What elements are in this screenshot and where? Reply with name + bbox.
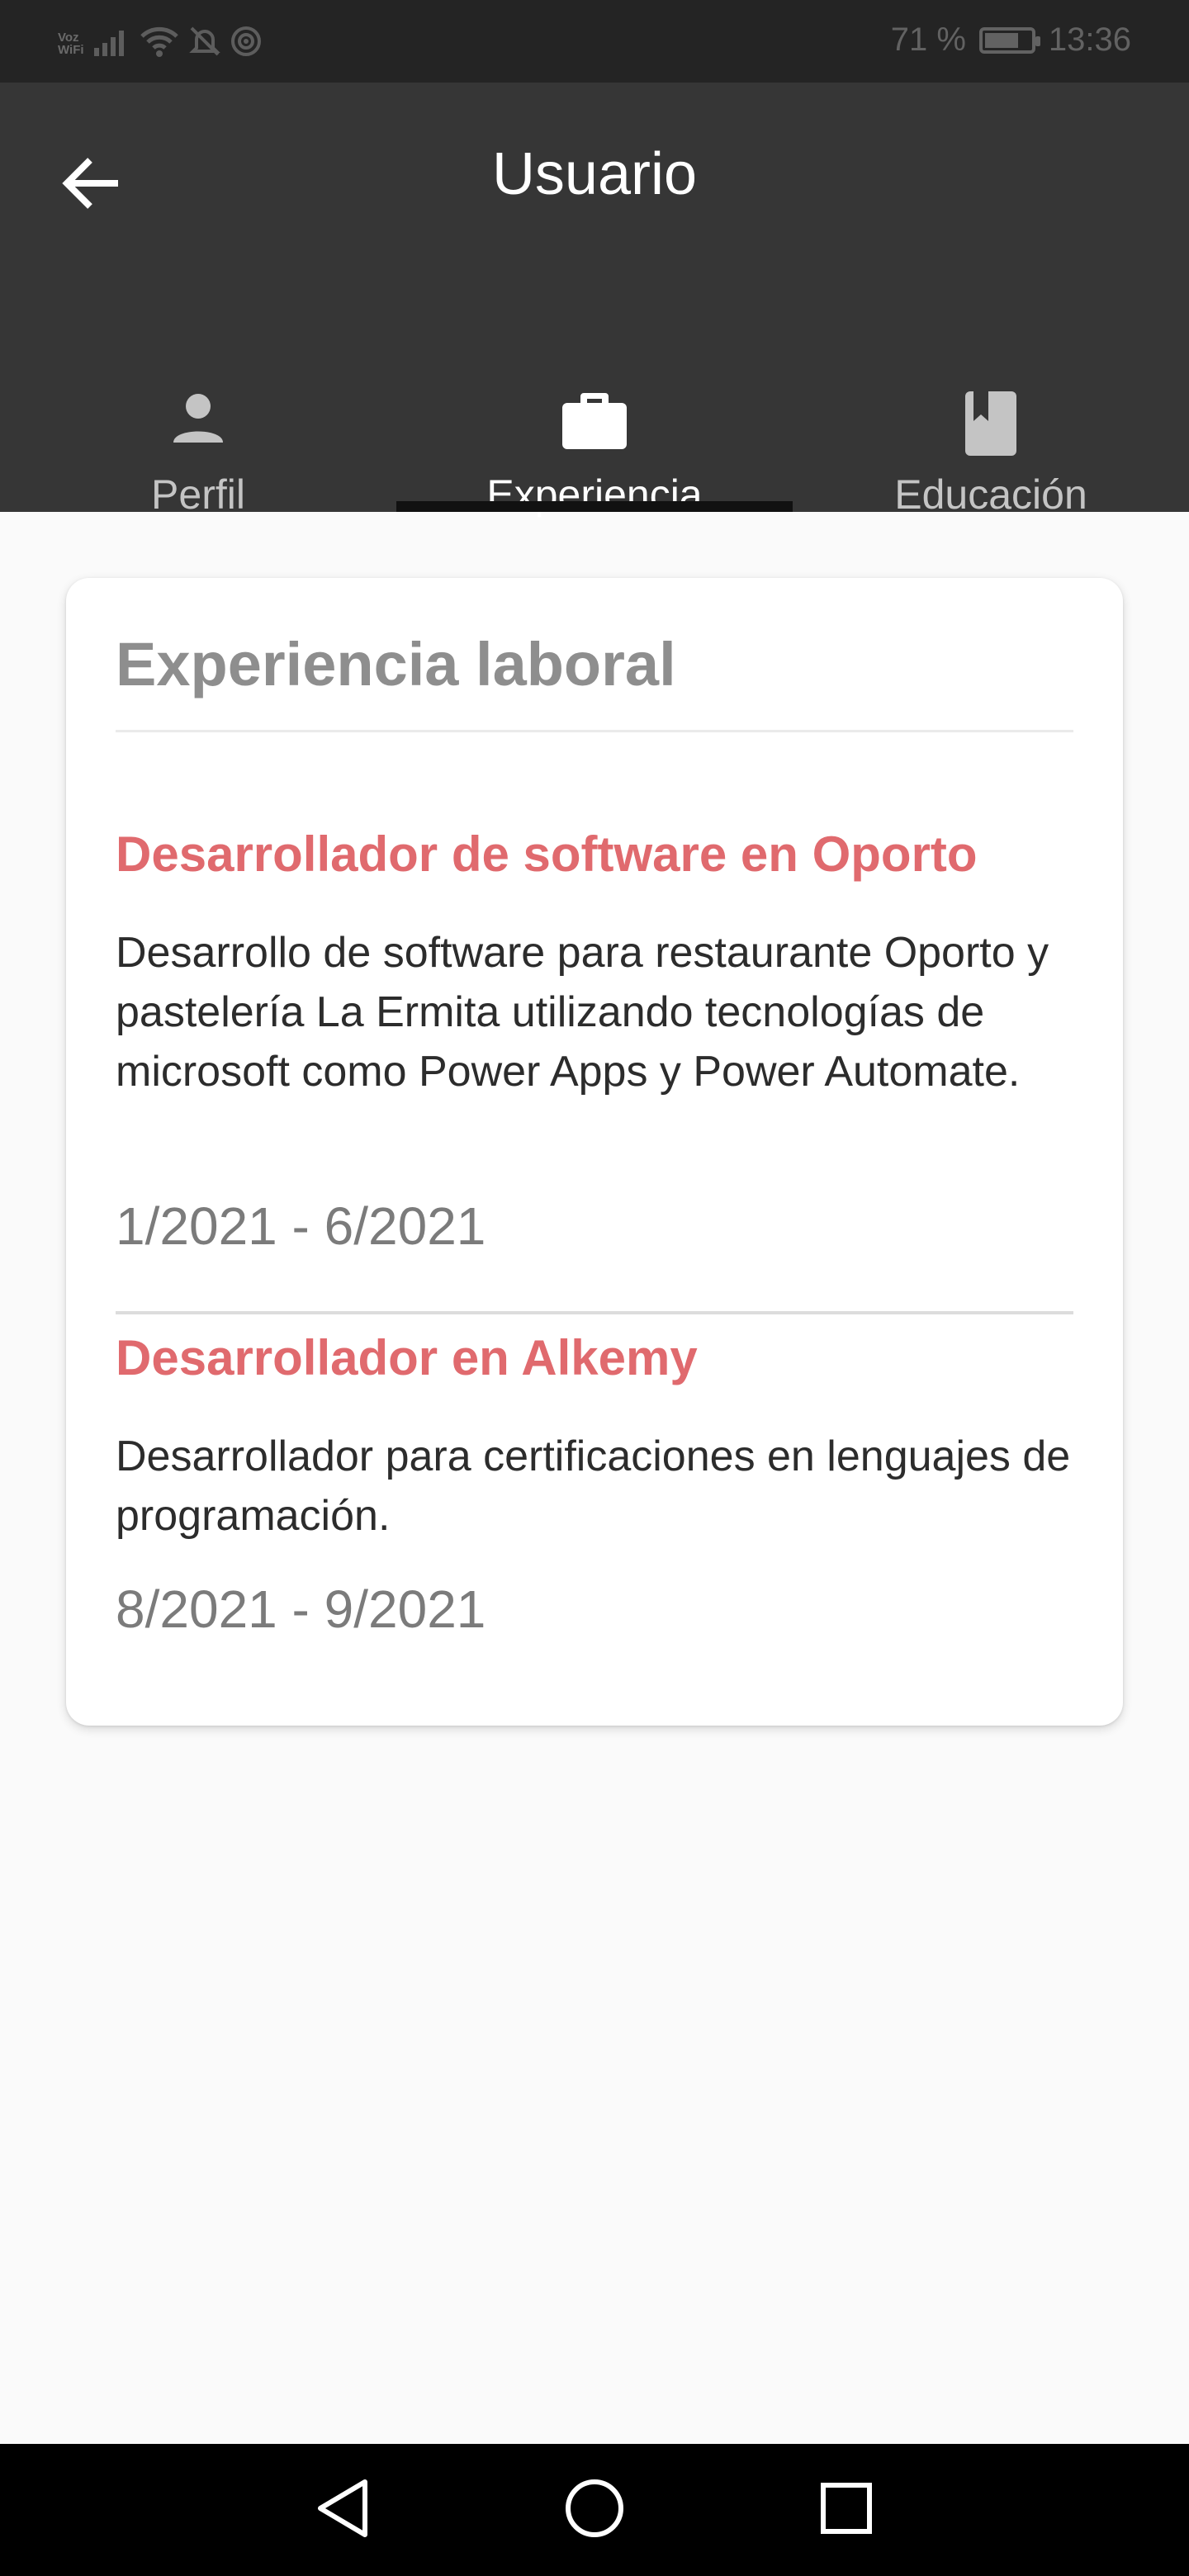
tab-label: Educación <box>894 471 1087 518</box>
experience-card: Experiencia laboral Desarrollador de sof… <box>66 578 1123 1726</box>
card-title-divider <box>116 730 1073 732</box>
experience-description: Desarrollador para certificaciones en le… <box>116 1432 1071 1540</box>
experience-date: 1/2021 - 6/2021 <box>116 1196 486 1256</box>
status-right: 71 % 13:36 <box>891 21 1131 59</box>
item-divider <box>116 1311 1073 1314</box>
book-icon <box>793 390 1189 457</box>
page-title: Usuario <box>491 141 698 207</box>
battery-percent: 71 % <box>890 21 966 58</box>
briefcase-icon <box>396 390 793 451</box>
app-bar: Usuario Perfil Experiencia Educación <box>0 83 1189 518</box>
system-nav-bar <box>0 2444 1189 2576</box>
hotspot-icon <box>230 25 263 62</box>
recents-square-icon <box>819 2481 874 2540</box>
experience-date: 8/2021 - 9/2021 <box>116 1579 486 1639</box>
tab-perfil[interactable]: Perfil <box>0 297 396 518</box>
experience-description: Desarrollo de software para restaurante … <box>116 929 1049 1096</box>
tab-experiencia[interactable]: Experiencia <box>396 297 793 518</box>
carrier-label: Voz WiFi <box>58 31 84 56</box>
wifi-icon <box>139 25 180 62</box>
person-icon <box>0 390 396 447</box>
nav-back-button[interactable] <box>301 2469 384 2551</box>
tab-indicator <box>396 501 793 512</box>
tab-label: Perfil <box>151 471 245 518</box>
back-triangle-icon <box>314 2477 372 2544</box>
bell-off-icon <box>188 25 221 62</box>
nav-recents-button[interactable] <box>805 2469 888 2551</box>
tab-educacion[interactable]: Educación <box>793 297 1189 518</box>
carrier-wifi: WiFi <box>58 42 84 57</box>
nav-home-button[interactable] <box>553 2469 636 2551</box>
home-circle-icon <box>563 2477 626 2544</box>
experience-title: Desarrollador en Alkemy <box>116 1330 698 1385</box>
tab-bar: Perfil Experiencia Educación <box>0 297 1189 518</box>
card-title: Experiencia laboral <box>116 630 676 698</box>
carrier-voz: Voz <box>58 30 79 45</box>
signal-icon <box>92 26 130 60</box>
experience-title: Desarrollador de software en Oporto <box>116 826 978 882</box>
status-left: Voz WiFi <box>58 25 263 62</box>
status-time: 13:36 <box>1048 21 1131 58</box>
battery-icon <box>978 26 1040 54</box>
status-bar: Voz WiFi 71 % 13:36 <box>0 0 1189 83</box>
